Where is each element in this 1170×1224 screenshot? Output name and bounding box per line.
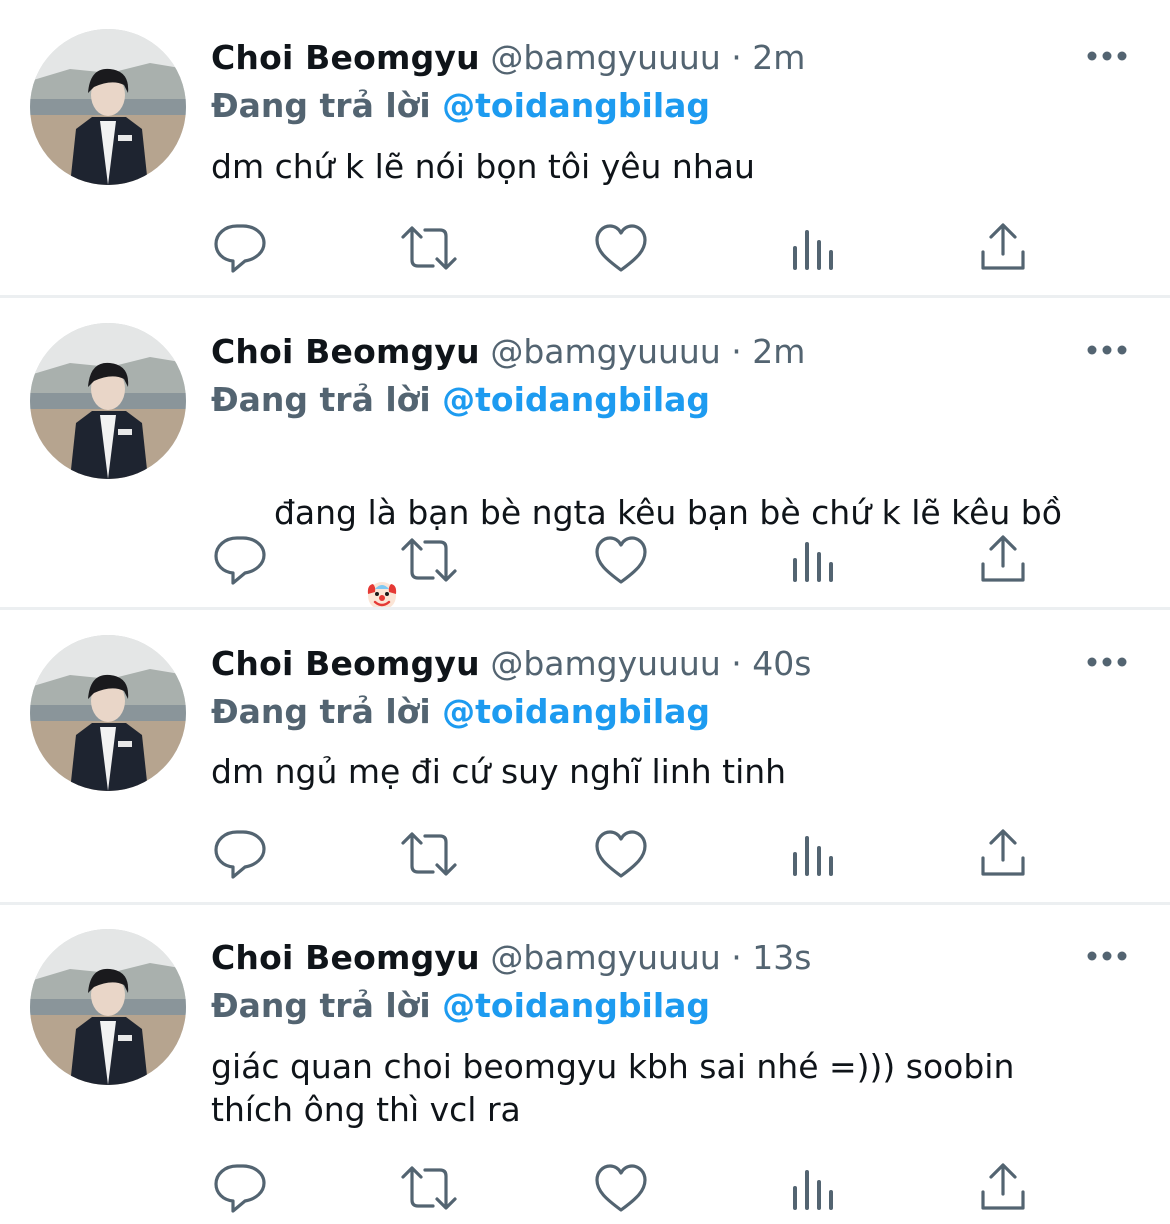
author-name[interactable]: Choi Beomgyu (211, 332, 480, 371)
avatar[interactable] (30, 635, 186, 791)
tweet-text: dm ngủ mẹ đi cứ suy nghĩ linh tinh (211, 752, 787, 791)
tweet-text-content: đang là bạn bè ngta kêu bạn bè chứ k lẽ … (273, 493, 1062, 532)
tweet-actions (211, 218, 1041, 278)
share-icon[interactable] (973, 218, 1033, 278)
mention-link[interactable]: @toidangbilag (442, 986, 710, 1025)
tweet-header: Choi Beomgyu @bamgyuuuu · 2m (211, 36, 805, 80)
author-handle[interactable]: @bamgyuuuu (490, 938, 720, 977)
timestamp[interactable]: 2m (752, 38, 805, 77)
tweet-header: Choi Beomgyu @bamgyuuuu · 2m (211, 330, 805, 374)
retweet-icon[interactable] (399, 530, 459, 590)
retweet-icon[interactable] (399, 824, 459, 884)
avatar[interactable] (30, 323, 186, 479)
more-options-icon[interactable] (1084, 41, 1130, 71)
author-name[interactable]: Choi Beomgyu (211, 938, 480, 977)
mention-link[interactable]: @toidangbilag (442, 380, 710, 419)
reply-icon[interactable] (211, 824, 271, 884)
tweet-actions (211, 824, 1041, 884)
mention-link[interactable]: @toidangbilag (442, 692, 710, 731)
avatar[interactable] (30, 929, 186, 1085)
like-icon[interactable] (591, 824, 651, 884)
tweet-actions (211, 530, 1041, 590)
replying-to-label: Đang trả lời (211, 380, 431, 419)
views-icon[interactable] (783, 1158, 843, 1218)
reply-icon[interactable] (211, 218, 271, 278)
mention-link[interactable]: @toidangbilag (442, 86, 710, 125)
like-icon[interactable] (591, 530, 651, 590)
author-name[interactable]: Choi Beomgyu (211, 38, 480, 77)
views-icon[interactable] (783, 530, 843, 590)
share-icon[interactable] (973, 824, 1033, 884)
separator-dot: · (731, 938, 742, 977)
views-icon[interactable] (783, 218, 843, 278)
reply-icon[interactable] (211, 530, 271, 590)
tweet-actions (211, 1158, 1041, 1218)
tweet[interactable]: Choi Beomgyu @bamgyuuuu · 13s Đang trả l… (0, 905, 1170, 1224)
separator-dot: · (731, 38, 742, 77)
replying-to-label: Đang trả lời (211, 86, 431, 125)
like-icon[interactable] (591, 1158, 651, 1218)
share-icon[interactable] (973, 1158, 1033, 1218)
replying-to: Đang trả lời @toidangbilag (211, 378, 710, 422)
more-options-icon[interactable] (1084, 941, 1130, 971)
tweet[interactable]: Choi Beomgyu @bamgyuuuu · 2m Đang trả lờ… (0, 298, 1170, 610)
replying-to: Đang trả lời @toidangbilag (211, 84, 710, 128)
retweet-icon[interactable] (399, 218, 459, 278)
timestamp[interactable]: 13s (752, 938, 811, 977)
author-handle[interactable]: @bamgyuuuu (490, 332, 720, 371)
tweet-header: Choi Beomgyu @bamgyuuuu · 13s (211, 936, 811, 980)
retweet-icon[interactable] (399, 1158, 459, 1218)
tweet-text: dm chứ k lẽ nói bọn tôi yêu nhau (211, 147, 755, 186)
share-icon[interactable] (973, 530, 1033, 590)
timestamp[interactable]: 40s (752, 644, 811, 683)
tweet-text: giác quan choi beomgyu kbh sai nhé =))) … (211, 1047, 1015, 1129)
author-handle[interactable]: @bamgyuuuu (490, 38, 720, 77)
tweet[interactable]: Choi Beomgyu @bamgyuuuu · 2m Đang trả lờ… (0, 0, 1170, 296)
timestamp[interactable]: 2m (752, 332, 805, 371)
replying-to: Đang trả lời @toidangbilag (211, 984, 710, 1028)
separator-dot: · (731, 332, 742, 371)
like-icon[interactable] (591, 218, 651, 278)
more-options-icon[interactable] (1084, 335, 1130, 365)
tweet-header: Choi Beomgyu @bamgyuuuu · 40s (211, 642, 811, 686)
avatar[interactable] (30, 29, 186, 185)
separator-dot: · (731, 644, 742, 683)
views-icon[interactable] (783, 824, 843, 884)
reply-icon[interactable] (211, 1158, 271, 1218)
replying-to: Đang trả lời @toidangbilag (211, 690, 710, 734)
author-handle[interactable]: @bamgyuuuu (490, 644, 720, 683)
replying-to-label: Đang trả lời (211, 692, 431, 731)
author-name[interactable]: Choi Beomgyu (211, 644, 480, 683)
tweet[interactable]: Choi Beomgyu @bamgyuuuu · 40s Đang trả l… (0, 610, 1170, 902)
replying-to-label: Đang trả lời (211, 986, 431, 1025)
more-options-icon[interactable] (1084, 647, 1130, 677)
